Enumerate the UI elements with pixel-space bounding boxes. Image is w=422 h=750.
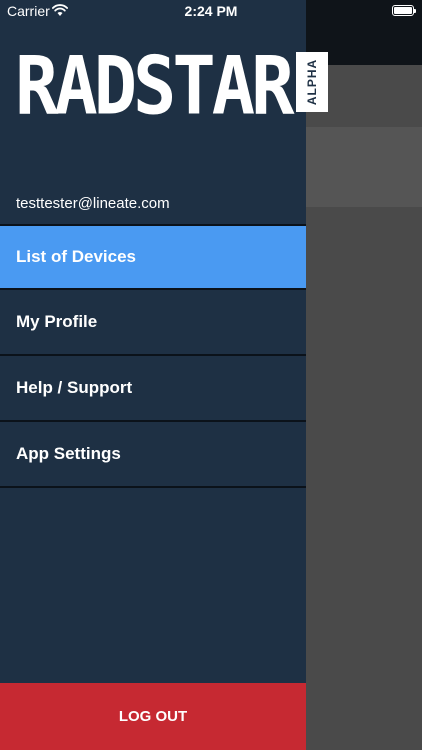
user-email: testtester@lineate.com [16, 195, 170, 212]
menu-item-help-support[interactable]: Help / Support [0, 356, 306, 422]
menu-item-label: Help / Support [16, 378, 133, 397]
status-bar: Carrier 2:24 PM [0, 0, 422, 22]
radstar-logo: RADSTAR ALPHA [15, 45, 329, 126]
menu-item-label: My Profile [16, 312, 98, 331]
menu-item-list-of-devices[interactable]: List of Devices [0, 224, 306, 290]
drawer-menu: List of Devices My Profile Help / Suppor… [0, 224, 306, 488]
logo-wordmark: RADSTAR [15, 38, 294, 133]
logo-badge: ALPHA [296, 52, 329, 112]
battery-icon [392, 5, 416, 16]
background-app-overlay[interactable] [306, 0, 422, 750]
logout-label: LOG OUT [118, 708, 188, 725]
logo-badge-text: ALPHA [305, 58, 320, 106]
menu-item-label: List of Devices [16, 247, 136, 266]
logout-button[interactable]: LOG OUT [0, 683, 306, 750]
menu-item-my-profile[interactable]: My Profile [0, 290, 306, 356]
clock-time: 2:24 PM [184, 3, 238, 19]
side-drawer: RADSTAR ALPHA testtester@lineate.com Lis… [0, 0, 329, 750]
background-content-band [306, 127, 422, 207]
menu-item-label: App Settings [16, 444, 121, 463]
menu-item-app-settings[interactable]: App Settings [0, 422, 306, 488]
